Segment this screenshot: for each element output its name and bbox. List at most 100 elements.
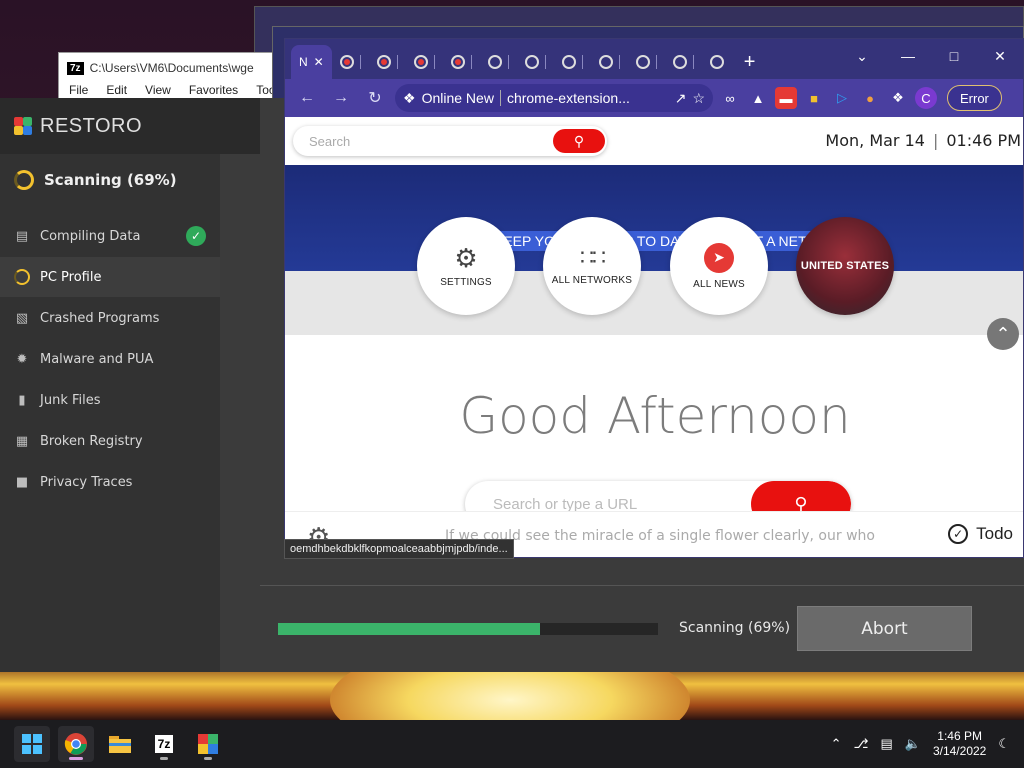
taskbar-clock[interactable]: 1:46 PM 3/14/2022: [933, 729, 986, 759]
todo-check-icon: ✓: [948, 524, 969, 544]
tab-6[interactable]: [480, 45, 517, 79]
megaphone-icon: ➤: [704, 242, 734, 273]
scan-step-label: Privacy Traces: [40, 474, 133, 490]
minimize-button[interactable]: —: [885, 43, 931, 69]
error-button[interactable]: Error: [947, 85, 1002, 111]
tray-chevron-up-icon[interactable]: ⌃: [831, 736, 842, 752]
tab-11[interactable]: [665, 45, 702, 79]
maximize-button[interactable]: □: [931, 43, 977, 69]
page-datetime: Mon, Mar 14 | 01:46 PM: [825, 131, 1021, 150]
7zip-menu-file[interactable]: File: [69, 83, 88, 97]
todo-button[interactable]: ✓ Todo: [948, 524, 1013, 544]
taskbar-chrome[interactable]: [58, 726, 94, 762]
clock-time: 1:46 PM: [937, 729, 982, 743]
greeting-heading: Good Afternoon: [459, 387, 851, 445]
scan-step-label: PC Profile: [40, 269, 102, 285]
back-arrow-icon[interactable]: ←: [293, 84, 321, 112]
scan-progress-fill: [278, 623, 541, 635]
grid-icon: ∷∷: [580, 244, 606, 270]
extension-lock-icon[interactable]: ■: [803, 87, 825, 109]
folder-icon: [109, 736, 131, 753]
news-favicon-icon: [413, 55, 428, 69]
profile-avatar[interactable]: C: [915, 87, 937, 109]
settings-circle-button[interactable]: ⚙ SETTINGS: [417, 217, 515, 315]
circle-label: SETTINGS: [440, 276, 492, 288]
network-icon[interactable]: ▤: [880, 736, 892, 752]
tab-12[interactable]: [702, 45, 732, 79]
circle-label: UNITED STATES: [800, 260, 890, 272]
registry-icon: ▦: [15, 433, 29, 449]
tab-2[interactable]: [332, 45, 369, 79]
close-window-button[interactable]: ✕: [977, 43, 1023, 69]
bar-chart-icon: ▤: [15, 228, 29, 244]
restoro-brand: RESTORO: [40, 114, 143, 137]
volume-icon[interactable]: 🔈: [905, 736, 921, 752]
scan-step-malware: ✹ Malware and PUA: [0, 339, 220, 379]
tab-8[interactable]: [554, 45, 591, 79]
loading-favicon-icon: [672, 55, 687, 69]
forward-arrow-icon[interactable]: →: [327, 84, 355, 112]
taskbar-active-indicator: [69, 757, 83, 760]
system-tray: ⌃ ⎇ ▤ 🔈 1:46 PM 3/14/2022 ☾: [831, 720, 1024, 768]
scan-step-label: Compiling Data: [40, 228, 141, 244]
microphone-icon[interactable]: ⎇: [853, 736, 868, 752]
bug-icon: ✹: [16, 351, 28, 367]
extension-glasses-icon[interactable]: ∞: [719, 87, 741, 109]
share-icon[interactable]: ↗: [675, 90, 687, 107]
page-time: 01:46 PM: [946, 131, 1021, 150]
scan-step-label: Crashed Programs: [40, 310, 160, 326]
7zip-menu-favorites[interactable]: Favorites: [189, 83, 238, 97]
reload-icon[interactable]: ↻: [361, 84, 389, 112]
crashed-window-icon: ▧: [15, 310, 29, 326]
7zip-menu-edit[interactable]: Edit: [106, 83, 127, 97]
all-news-circle-button[interactable]: ➤ ALL NEWS: [670, 217, 768, 315]
restoro-logo-icon: [14, 117, 32, 135]
address-bar[interactable]: ❖ Online New chrome-extension... ↗ ☆: [395, 84, 713, 112]
scan-step-junk-files: ▮ Junk Files: [0, 380, 220, 420]
extension-video-icon[interactable]: ▬: [775, 87, 797, 109]
tab-search-chevron-icon[interactable]: ⌄: [839, 43, 885, 69]
taskbar-file-explorer[interactable]: [102, 726, 138, 762]
tab-10[interactable]: [628, 45, 665, 79]
extensions-puzzle-icon[interactable]: ❖: [887, 87, 909, 109]
banner-gray-strip: [285, 271, 1023, 335]
extension-play-icon[interactable]: ▷: [831, 87, 853, 109]
window-controls: ⌄ — □ ✕: [839, 43, 1023, 69]
abort-button[interactable]: Abort: [797, 606, 972, 651]
focus-moon-icon[interactable]: ☾: [998, 736, 1010, 752]
checkmark-icon: ✓: [186, 226, 206, 246]
search-icon[interactable]: ⚲: [553, 129, 605, 153]
tab-3[interactable]: [369, 45, 406, 79]
scan-step-compiling-data: ▤ Compiling Data ✓: [0, 216, 220, 256]
7zip-path: C:\Users\VM6\Documents\wge: [89, 61, 254, 75]
tab-7[interactable]: [517, 45, 554, 79]
taskbar-restoro[interactable]: [190, 726, 226, 762]
tab-5[interactable]: [443, 45, 480, 79]
new-tab-button[interactable]: +: [732, 45, 768, 79]
united-states-circle-button[interactable]: UNITED STATES: [796, 217, 894, 315]
extension-joystick-icon[interactable]: ▲: [747, 87, 769, 109]
taskbar-7zip[interactable]: 7z: [146, 726, 182, 762]
scroll-up-chevron-icon[interactable]: ⌃: [987, 318, 1019, 350]
page-search-input[interactable]: Search ⚲: [293, 126, 607, 156]
start-button[interactable]: [14, 726, 50, 762]
circle-label: ALL NEWS: [693, 278, 745, 290]
lock-icon: ■: [15, 474, 29, 490]
7zip-menu-view[interactable]: View: [145, 83, 171, 97]
url-search-placeholder: Search or type a URL: [493, 495, 638, 513]
scan-progress-bar: [278, 623, 658, 635]
newtab-page: Search ⚲ Mon, Mar 14 | 01:46 PM KEEP YOURS…: [285, 117, 1023, 557]
tab-close-icon[interactable]: ✕: [314, 55, 324, 69]
tab-9[interactable]: [591, 45, 628, 79]
extension-avatar-icon[interactable]: ●: [859, 87, 881, 109]
omnibox-url: chrome-extension...: [506, 90, 630, 106]
chrome-toolbar: ← → ↻ ❖ Online New chrome-extension... ↗…: [285, 79, 1023, 117]
chrome-icon: [64, 733, 87, 755]
tab-active[interactable]: N ✕: [291, 45, 332, 79]
7zip-logo-icon: 7z: [67, 61, 84, 75]
all-networks-circle-button[interactable]: ∷∷ ALL NETWORKS: [543, 217, 641, 315]
trash-icon: ▮: [18, 392, 26, 408]
bookmark-star-icon[interactable]: ☆: [692, 90, 705, 107]
tab-4[interactable]: [406, 45, 443, 79]
restoro-header: RESTORO: [0, 98, 260, 154]
